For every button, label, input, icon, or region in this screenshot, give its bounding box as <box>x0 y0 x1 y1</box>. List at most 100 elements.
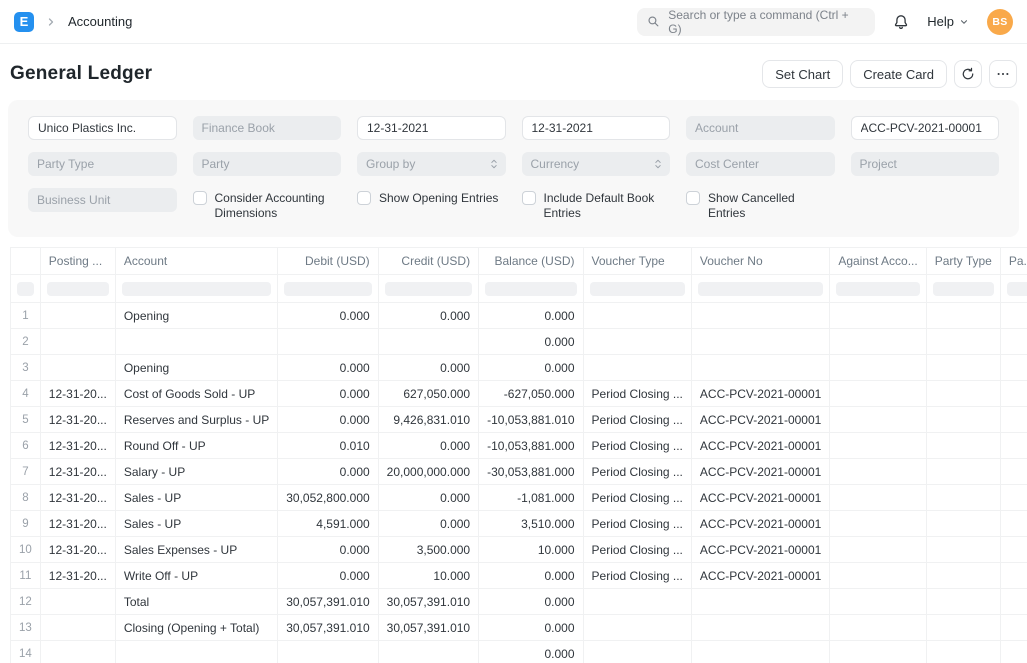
cell-posting-date[interactable] <box>40 641 115 663</box>
cell-against-account[interactable] <box>830 303 926 329</box>
cell-against-account[interactable] <box>830 459 926 485</box>
cell-account[interactable]: Cost of Goods Sold - UP <box>115 381 277 407</box>
global-search-input[interactable]: Search or type a command (Ctrl + G) <box>637 8 875 36</box>
group-by-select[interactable]: Group by <box>357 152 506 176</box>
row-index[interactable]: 10 <box>11 537 41 563</box>
breadcrumb[interactable]: Accounting <box>68 14 132 29</box>
menu-button[interactable] <box>989 60 1017 88</box>
cell-balance[interactable]: 3,510.000 <box>479 511 583 537</box>
cell-against-account[interactable] <box>830 485 926 511</box>
cell-against-account[interactable] <box>830 511 926 537</box>
cell-against-account[interactable] <box>830 433 926 459</box>
cell-balance[interactable]: 0.000 <box>479 329 583 355</box>
cell-account[interactable]: Closing (Opening + Total) <box>115 615 277 641</box>
column-header-row-index[interactable] <box>11 248 41 275</box>
cell-balance[interactable]: 0.000 <box>479 615 583 641</box>
cell-against-account[interactable] <box>830 407 926 433</box>
cell-balance[interactable]: -627,050.000 <box>479 381 583 407</box>
to-date-filter[interactable] <box>522 116 671 140</box>
cell-party-type[interactable] <box>926 511 1000 537</box>
column-header-posting-date[interactable]: Posting ... <box>40 248 115 275</box>
cell-party-type[interactable] <box>926 485 1000 511</box>
cell-voucher-type[interactable] <box>583 589 691 615</box>
cell-party[interactable] <box>1000 303 1027 329</box>
cell-balance[interactable]: 0.000 <box>479 589 583 615</box>
cell-party[interactable] <box>1000 563 1027 589</box>
cell-balance[interactable]: 0.000 <box>479 641 583 663</box>
cell-voucher-no[interactable] <box>691 303 829 329</box>
account-filter[interactable] <box>686 116 835 140</box>
cell-party-type[interactable] <box>926 589 1000 615</box>
cell-voucher-no[interactable] <box>691 641 829 663</box>
cell-voucher-type[interactable]: Period Closing ... <box>583 433 691 459</box>
cell-against-account[interactable] <box>830 641 926 663</box>
cell-voucher-no[interactable] <box>691 589 829 615</box>
row-index[interactable]: 12 <box>11 589 41 615</box>
cell-party-type[interactable] <box>926 355 1000 381</box>
column-filter-account[interactable] <box>122 282 271 296</box>
cell-account[interactable] <box>115 329 277 355</box>
show-opening-entries-checkbox[interactable] <box>357 191 371 205</box>
cell-credit[interactable]: 10.000 <box>378 563 478 589</box>
column-filter-voucher-type[interactable] <box>590 282 685 296</box>
column-header-voucher-no[interactable]: Voucher No <box>691 248 829 275</box>
cell-party[interactable] <box>1000 615 1027 641</box>
cell-balance[interactable]: -1,081.000 <box>479 485 583 511</box>
cell-party-type[interactable] <box>926 303 1000 329</box>
business-unit-filter[interactable] <box>28 188 177 212</box>
cell-against-account[interactable] <box>830 615 926 641</box>
cell-balance[interactable]: 0.000 <box>479 563 583 589</box>
checkbox-include-default-book-entries[interactable]: Include Default Book Entries <box>522 188 671 221</box>
cell-account[interactable]: Salary - UP <box>115 459 277 485</box>
cell-posting-date[interactable]: 12-31-20... <box>40 563 115 589</box>
cell-account[interactable]: Sales Expenses - UP <box>115 537 277 563</box>
cell-voucher-type[interactable]: Period Closing ... <box>583 485 691 511</box>
column-header-account[interactable]: Account <box>115 248 277 275</box>
column-filter-posting-date[interactable] <box>47 282 109 296</box>
cell-party[interactable] <box>1000 459 1027 485</box>
cell-debit[interactable]: 30,057,391.010 <box>278 615 378 641</box>
column-filter-balance[interactable] <box>485 282 576 296</box>
party-type-filter[interactable] <box>28 152 177 176</box>
row-index[interactable]: 2 <box>11 329 41 355</box>
voucher-no-filter[interactable] <box>851 116 1000 140</box>
row-index[interactable]: 9 <box>11 511 41 537</box>
cell-debit[interactable] <box>278 329 378 355</box>
cell-against-account[interactable] <box>830 537 926 563</box>
cell-voucher-no[interactable]: ACC-PCV-2021-00001 <box>691 537 829 563</box>
cell-credit[interactable]: 3,500.000 <box>378 537 478 563</box>
cell-posting-date[interactable] <box>40 355 115 381</box>
cell-credit[interactable]: 627,050.000 <box>378 381 478 407</box>
currency-select[interactable]: Currency <box>522 152 671 176</box>
cell-debit[interactable]: 0.000 <box>278 381 378 407</box>
cell-posting-date[interactable]: 12-31-20... <box>40 381 115 407</box>
row-index[interactable]: 5 <box>11 407 41 433</box>
refresh-button[interactable] <box>954 60 982 88</box>
cell-voucher-no[interactable]: ACC-PCV-2021-00001 <box>691 511 829 537</box>
cell-party-type[interactable] <box>926 459 1000 485</box>
finance-book-filter[interactable] <box>193 116 342 140</box>
cell-party[interactable] <box>1000 511 1027 537</box>
cell-party-type[interactable] <box>926 329 1000 355</box>
cell-debit[interactable]: 0.000 <box>278 355 378 381</box>
cell-party[interactable] <box>1000 355 1027 381</box>
cell-credit[interactable]: 0.000 <box>378 355 478 381</box>
column-header-credit[interactable]: Credit (USD) <box>378 248 478 275</box>
company-filter[interactable] <box>28 116 177 140</box>
cell-credit[interactable]: 30,057,391.010 <box>378 615 478 641</box>
cell-voucher-type[interactable] <box>583 329 691 355</box>
cell-party-type[interactable] <box>926 563 1000 589</box>
cell-voucher-type[interactable]: Period Closing ... <box>583 459 691 485</box>
cell-account[interactable] <box>115 641 277 663</box>
column-header-debit[interactable]: Debit (USD) <box>278 248 378 275</box>
cell-posting-date[interactable]: 12-31-20... <box>40 537 115 563</box>
column-filter-against-account[interactable] <box>836 282 919 296</box>
cell-party-type[interactable] <box>926 381 1000 407</box>
row-index[interactable]: 8 <box>11 485 41 511</box>
column-filter-credit[interactable] <box>385 282 472 296</box>
cell-credit[interactable]: 30,057,391.010 <box>378 589 478 615</box>
cell-credit[interactable]: 0.000 <box>378 433 478 459</box>
row-index[interactable]: 4 <box>11 381 41 407</box>
column-header-voucher-type[interactable]: Voucher Type <box>583 248 691 275</box>
cell-voucher-no[interactable]: ACC-PCV-2021-00001 <box>691 459 829 485</box>
